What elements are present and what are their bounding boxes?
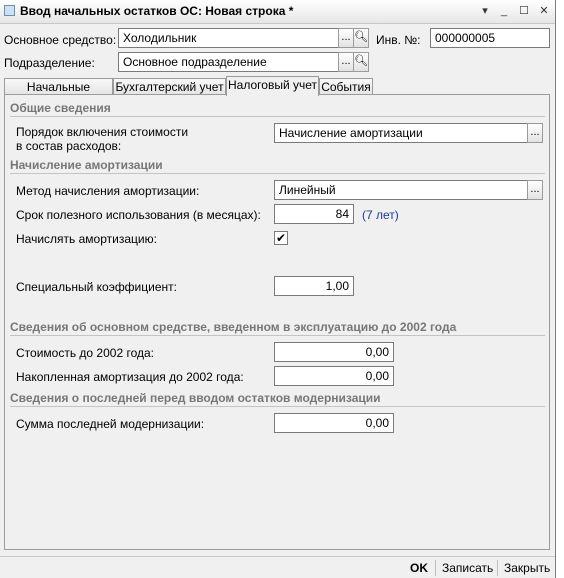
division-open-button[interactable]: 🔍︎ [353,52,369,72]
window-title: Ввод начальных остатков ОС: Новая строка… [20,4,294,18]
background-window [556,0,564,578]
command-bar: OK Записать Закрыть [0,556,555,578]
divider [10,116,545,117]
accrue-label: Начислять амортизацию: [16,232,157,246]
close-icon[interactable]: ✕ [537,4,551,18]
inv-number-input[interactable]: 000000005 [430,28,550,48]
title-bar[interactable]: Ввод начальных остатков ОС: Новая строка… [0,0,555,24]
close-button[interactable]: Закрыть [504,559,550,577]
asset-input[interactable]: Холодильник [118,28,339,48]
division-input[interactable]: Основное подразделение [118,52,339,72]
divider [10,173,545,174]
divider [10,335,545,336]
checkmark-icon: ✔ [275,231,287,245]
accum2002-input[interactable]: 0,00 [274,366,394,386]
accum2002-label: Накопленная амортизация до 2002 года: [16,370,244,384]
section-depreciation: Начисление амортизации [10,158,163,172]
asset-label: Основное средство: [4,33,117,47]
method-select[interactable]: Линейный [274,180,528,200]
maximize-icon[interactable]: ☐ [517,4,531,18]
section-modernization: Сведения о последней перед вводом остатк… [10,391,381,405]
asset-open-button[interactable]: 🔍︎ [353,28,369,48]
ok-button[interactable]: OK [410,559,428,577]
cost2002-input[interactable]: 0,00 [274,342,394,362]
cost-order-select[interactable]: Начисление амортизации [274,123,528,143]
tab-events[interactable]: События [319,78,373,95]
dialog-window: Ввод начальных остатков ОС: Новая строка… [0,0,556,578]
divider [10,406,545,407]
divider [435,560,436,576]
search-icon: 🔍︎ [354,55,368,67]
save-button[interactable]: Записать [442,559,493,577]
divider [497,560,498,576]
asset-choose-button[interactable]: ... [338,28,354,48]
tab-tax-accounting[interactable]: Налоговый учет [226,76,319,96]
accrue-checkbox[interactable]: ✔ [274,231,288,245]
document-icon [4,5,15,16]
cost2002-label: Стоимость до 2002 года: [16,346,154,360]
section-pre-2002: Сведения об основном средстве, введенном… [10,320,457,334]
method-label: Метод начисления амортизации: [16,184,200,198]
division-label: Подразделение: [4,56,95,70]
modern-label: Сумма последней модернизации: [16,417,205,431]
coef-input[interactable]: 1,00 [274,276,354,296]
method-choose-button[interactable]: ... [527,180,543,200]
term-label: Срок полезного использования (в месяцах)… [16,208,261,222]
division-choose-button[interactable]: ... [338,52,354,72]
tab-initial-balances[interactable]: Начальные остатки [4,78,113,110]
tab-accounting[interactable]: Бухгалтерский учет [113,78,226,95]
term-input[interactable]: 84 [274,204,354,224]
coef-label: Специальный коэффициент: [16,280,177,294]
minimize-icon[interactable]: _ [497,4,511,18]
menu-icon[interactable]: ▾ [478,4,492,18]
search-icon: 🔍︎ [354,31,368,43]
cost-order-label-line2: в состав расходов: [16,139,122,153]
section-general: Общие сведения [10,101,111,115]
cost-order-choose-button[interactable]: ... [527,123,543,143]
modern-input[interactable]: 0,00 [274,413,394,433]
inv-label: Инв. №: [376,33,421,47]
cost-order-label-line1: Порядок включения стоимости [16,125,189,139]
term-years-text: (7 лет) [362,208,399,222]
